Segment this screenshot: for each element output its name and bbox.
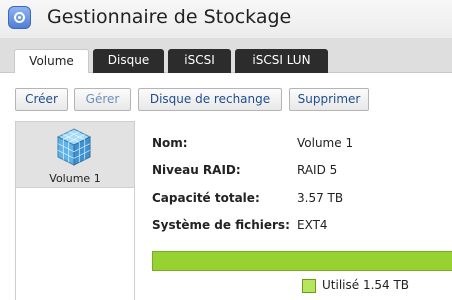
storage-disk-icon (8, 6, 31, 29)
app-title: Gestionnaire de Stockage (47, 6, 292, 28)
hot-spare-button[interactable]: Disque de rechange (138, 88, 282, 111)
volume-list-item[interactable]: Volume 1 (16, 122, 134, 188)
name-value: Volume 1 (297, 136, 354, 150)
volume-list: Volume 1 (15, 121, 135, 300)
tab-iscsi[interactable]: iSCSI (168, 49, 231, 73)
tab-iscsi-lun[interactable]: iSCSI LUN (235, 49, 328, 73)
volume-item-label: Volume 1 (49, 172, 101, 185)
create-button[interactable]: Créer (15, 88, 68, 111)
used-legend-swatch (302, 279, 316, 293)
usage-bar (152, 251, 452, 271)
file-system-label: Système de fichiers: (152, 218, 290, 232)
delete-button[interactable]: Supprimer (289, 88, 369, 111)
tab-volume[interactable]: Volume (14, 49, 89, 74)
volume-cube-icon (56, 128, 92, 166)
toolbar: Créer Gérer Disque de rechange Supprimer (0, 73, 452, 119)
volume-details: Nom: Volume 1 Niveau RAID: RAID 5 Capaci… (135, 121, 452, 300)
manage-button[interactable]: Gérer (74, 88, 131, 111)
used-legend-label: Utilisé 1.54 TB (322, 278, 410, 292)
raid-level-value: RAID 5 (297, 163, 338, 177)
tab-bar: Volume Disque iSCSI iSCSI LUN (0, 38, 452, 74)
raid-level-label: Niveau RAID: (152, 163, 241, 177)
tab-disque[interactable]: Disque (93, 49, 164, 73)
title-bar: Gestionnaire de Stockage (0, 0, 452, 38)
name-label: Nom: (152, 136, 188, 150)
total-capacity-value: 3.57 TB (297, 191, 344, 205)
total-capacity-label: Capacité totale: (152, 191, 260, 205)
file-system-value: EXT4 (297, 218, 328, 232)
